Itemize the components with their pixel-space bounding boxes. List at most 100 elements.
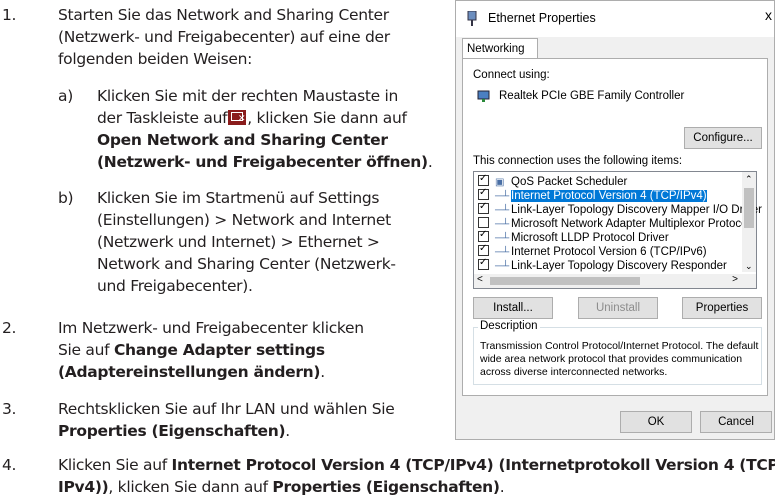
step-2-bold: Change Adapter settings xyxy=(113,341,325,359)
checkbox[interactable] xyxy=(478,217,489,228)
cancel-button[interactable]: Cancel xyxy=(700,411,772,433)
close-icon[interactable]: x xyxy=(765,7,772,23)
list-item-label: Link-Layer Topology Discovery Mapper I/O… xyxy=(511,204,762,216)
list-item-label: QoS Packet Scheduler xyxy=(511,176,628,188)
protocol-icon: ─┴ xyxy=(495,191,510,202)
step-1a-text-a: der Taskleiste auf xyxy=(97,109,228,127)
step-1a-bold: (Netzwerk- und Freigabecenter öffnen) xyxy=(97,153,428,171)
ethernet-properties-dialog: Ethernet Properties x Networking Connect… xyxy=(455,0,775,440)
networking-panel: Connect using: Realtek PCIe GBE Family C… xyxy=(462,58,768,396)
step-number: 1. xyxy=(2,6,17,24)
protocol-icon: ─┴ xyxy=(495,233,510,244)
step-1-text: Starten Sie das Network and Sharing Cent… xyxy=(58,4,390,70)
step-3-line: Properties (Eigenschaften). xyxy=(58,420,395,442)
description-line: wide area network protocol that provides… xyxy=(480,353,743,365)
step-3-line: Rechtsklicken Sie auf Ihr LAN und wählen… xyxy=(58,400,395,418)
list-item[interactable]: ─┴Link-Layer Topology Discovery Mapper I… xyxy=(478,200,762,217)
dialog-title: Ethernet Properties xyxy=(488,11,596,25)
step-1a-text-b: , klicken Sie dann auf xyxy=(247,109,407,127)
step-2-text: Im Netzwerk- und Freigabecenter klicken … xyxy=(58,317,364,383)
checkbox[interactable] xyxy=(478,256,489,270)
step-1a-line: der Taskleiste auf ✕, klicken Sie dann au… xyxy=(97,107,432,129)
substep-label: b) xyxy=(58,189,74,207)
qos-scheduler-icon: ▣ xyxy=(495,177,505,188)
checkbox[interactable] xyxy=(478,172,489,186)
checkbox[interactable] xyxy=(478,200,489,214)
step-4-text-b: , klicken Sie dann auf xyxy=(108,478,268,496)
properties-button[interactable]: Properties xyxy=(682,297,762,319)
step-number: 4. xyxy=(2,456,17,474)
step-4-bold: IPv4)) xyxy=(58,478,109,496)
step-number: 2. xyxy=(2,319,17,337)
adapter-icon xyxy=(477,89,491,106)
tab-networking[interactable]: Networking xyxy=(462,38,538,59)
list-item-label: Microsoft LLDP Protocol Driver xyxy=(511,232,669,244)
step-4-period: . xyxy=(499,478,505,496)
list-item-label: Microsoft Network Adapter Multiplexor Pr… xyxy=(511,218,751,230)
step-1-line: Starten Sie das Network and Sharing Cent… xyxy=(58,6,389,24)
list-item[interactable]: ─┴Internet Protocol Version 4 (TCP/IPv4) xyxy=(478,186,707,203)
items-label: This connection uses the following items… xyxy=(473,155,683,167)
scroll-up-icon[interactable]: ⌃ xyxy=(745,174,753,185)
step-1b-line: (Netzwerk und Internet) > Ethernet > xyxy=(97,233,380,251)
step-2-period: . xyxy=(320,363,325,381)
protocol-icon: ─┴ xyxy=(495,261,510,272)
list-item[interactable]: ─┴Link-Layer Topology Discovery Responde… xyxy=(478,256,727,273)
scroll-down-icon[interactable]: ⌄ xyxy=(745,261,753,272)
checkbox[interactable] xyxy=(478,186,489,200)
step-4-line: Klicken Sie auf Internet Protocol Versio… xyxy=(58,454,775,476)
step-2-line: (Adaptereinstellungen ändern). xyxy=(58,361,364,383)
step-4-line: IPv4)), klicken Sie dann auf Properties … xyxy=(58,476,775,498)
step-1b-line: (Einstellungen) > Network and Internet xyxy=(97,211,391,229)
list-item[interactable]: ─┴Internet Protocol Version 6 (TCP/IPv6) xyxy=(478,242,707,259)
step-1b-line: Klicken Sie im Startmenü auf Settings xyxy=(97,189,380,207)
step-1-line: folgenden beiden Weisen: xyxy=(58,50,253,68)
scroll-thumb[interactable] xyxy=(490,277,640,285)
substep-label: a) xyxy=(58,87,73,105)
list-item[interactable]: ▣ QoS Packet Scheduler xyxy=(478,172,628,189)
scroll-right-icon[interactable]: > xyxy=(732,274,738,285)
uninstall-button[interactable]: Uninstall xyxy=(578,297,658,319)
protocol-icon: ─┴ xyxy=(495,205,510,216)
connect-using-label: Connect using: xyxy=(473,69,550,81)
step-2-line: Sie auf Change Adapter settings xyxy=(58,339,364,361)
step-1a-period: . xyxy=(427,153,433,171)
step-number: 3. xyxy=(2,400,17,418)
protocol-icon: ─┴ xyxy=(495,219,510,230)
network-tray-icon: ✕ xyxy=(228,110,247,125)
step-1a-line: Open Network and Sharing Center xyxy=(97,131,388,149)
protocol-icon: ─┴ xyxy=(495,247,510,258)
step-1b-text: Klicken Sie im Startmenü auf Settings (E… xyxy=(97,187,396,297)
install-button[interactable]: Install... xyxy=(473,297,553,319)
step-3-bold: Properties (Eigenschaften) xyxy=(58,422,286,440)
step-2-bold: (Adaptereinstellungen ändern) xyxy=(58,363,321,381)
list-item[interactable]: ─┴ Microsoft Network Adapter Multiplexor … xyxy=(478,217,750,231)
scroll-thumb[interactable] xyxy=(744,188,754,228)
step-3-text: Rechtsklicken Sie auf Ihr LAN und wählen… xyxy=(58,398,395,442)
list-item-label: Internet Protocol Version 6 (TCP/IPv6) xyxy=(511,246,707,258)
list-item-label: Link-Layer Topology Discovery Responder xyxy=(511,260,727,272)
vertical-scrollbar[interactable]: ⌃ ⌄ xyxy=(742,172,756,272)
configure-button[interactable]: Configure... xyxy=(684,127,762,149)
list-item[interactable]: ─┴Microsoft LLDP Protocol Driver xyxy=(478,228,669,245)
ok-button[interactable]: OK xyxy=(620,411,692,433)
step-2-text-a: Sie auf xyxy=(58,341,110,359)
step-1a-text: Klicken Sie mit der rechten Maustaste in… xyxy=(97,85,433,173)
step-4-text-a: Klicken Sie auf xyxy=(58,456,167,474)
checkbox[interactable] xyxy=(478,242,489,256)
list-item-label-selected: Internet Protocol Version 4 (TCP/IPv4) xyxy=(511,190,707,202)
horizontal-scrollbar[interactable]: < > xyxy=(474,274,756,288)
step-1a-line: (Netzwerk- und Freigabecenter öffnen). xyxy=(97,151,433,173)
step-4-text: Klicken Sie auf Internet Protocol Versio… xyxy=(58,454,775,498)
dialog-title-bar: Ethernet Properties x xyxy=(456,1,774,37)
adapter-name: Realtek PCIe GBE Family Controller xyxy=(499,90,685,102)
checkbox[interactable] xyxy=(478,228,489,242)
ethernet-icon xyxy=(467,11,477,26)
items-list[interactable]: ▣QoS Packet Scheduler ─┴Internet Protoco… xyxy=(473,171,762,289)
step-1b-line: Network and Sharing Center (Netzwerk- xyxy=(97,255,396,273)
scroll-left-icon[interactable]: < xyxy=(477,274,483,285)
step-1b-line: und Freigabecenter). xyxy=(97,277,253,295)
description-line: Transmission Control Protocol/Internet P… xyxy=(480,340,759,352)
step-4-bold: Internet Protocol Version 4 (TCP/IPv4) (… xyxy=(171,456,775,474)
step-3-period: . xyxy=(285,422,290,440)
